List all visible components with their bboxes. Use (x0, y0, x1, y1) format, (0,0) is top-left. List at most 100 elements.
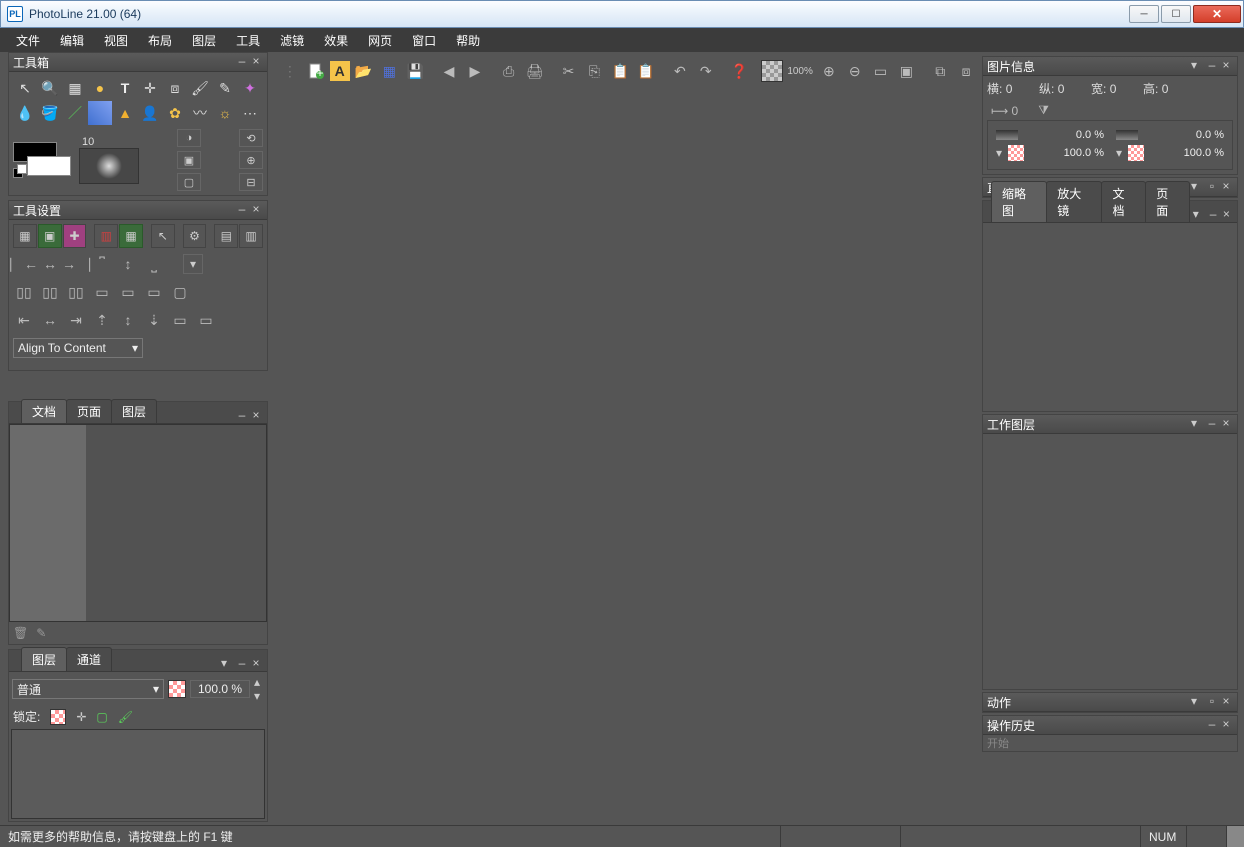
space-extra2-icon[interactable]: ▭ (195, 310, 217, 330)
menu-web[interactable]: 网页 (360, 30, 400, 51)
panel-menu-icon[interactable]: ▾ (1187, 59, 1201, 73)
tool-misc[interactable]: ⋯ (238, 101, 262, 125)
tset-mode1-icon[interactable]: ▥ (94, 224, 118, 248)
tab-layer[interactable]: 图层 (111, 399, 157, 423)
extra1-icon[interactable]: ⟲ (239, 129, 263, 147)
panel-minimize-icon[interactable]: – (235, 55, 249, 69)
zoom-level[interactable]: 100% (785, 59, 815, 83)
lock-brush-icon[interactable]: 🖌 (118, 710, 133, 724)
menu-layer[interactable]: 图层 (184, 30, 224, 51)
opacity-down-icon[interactable]: ▾ (254, 689, 264, 703)
tool-marquee[interactable]: ▦ (63, 76, 87, 100)
panel-close-icon[interactable]: × (1219, 695, 1233, 709)
new-icon[interactable]: + (304, 59, 328, 83)
tset-mode2-icon[interactable]: ▦ (119, 224, 143, 248)
tool-person[interactable]: 👤 (138, 101, 162, 125)
brush-preview[interactable] (79, 148, 139, 184)
extra3-icon[interactable]: ⊟ (239, 173, 263, 191)
chevron-down-icon[interactable]: ▾ (1116, 146, 1122, 160)
tool-move[interactable]: ↖ (13, 76, 37, 100)
fit2-icon[interactable]: ▣ (894, 59, 918, 83)
paste-special-icon[interactable]: 📋 (634, 59, 658, 83)
tab-thumbnail[interactable]: 缩略图 (991, 181, 1047, 222)
panel-minimize-icon[interactable]: – (1205, 59, 1219, 73)
layer-list[interactable] (11, 729, 265, 819)
panel-close-icon[interactable]: × (249, 55, 263, 69)
zoom-out-icon[interactable]: ⊖ (843, 59, 867, 83)
close-button[interactable]: ✕ (1193, 5, 1241, 23)
tset-pointer-icon[interactable]: ↖ (151, 224, 175, 248)
tool-zoom[interactable]: 🔍 (38, 76, 62, 100)
tool-magic[interactable]: ✦ (238, 76, 262, 100)
screenmode-icon[interactable]: ▣ (177, 151, 201, 169)
trash-icon[interactable]: 🗑 (13, 626, 28, 640)
tool-crop[interactable]: ✛ (138, 76, 162, 100)
chevron-down-icon[interactable]: ▾ (996, 146, 1002, 160)
tool-circle[interactable]: ● (88, 76, 112, 100)
zoom-in-icon[interactable]: ⊕ (817, 59, 841, 83)
calendar-icon[interactable]: ▦ (377, 59, 401, 83)
tab-doc[interactable]: 文档 (1101, 181, 1146, 222)
paste-icon[interactable]: 📋 (608, 59, 632, 83)
prev-icon[interactable]: ◀ (437, 59, 461, 83)
space-h3-icon[interactable]: ⇥ (65, 310, 87, 330)
document-thumbnails[interactable] (9, 424, 267, 622)
print-icon[interactable]: 🖨 (523, 59, 547, 83)
resize-grip-icon[interactable] (1226, 826, 1244, 847)
tool-text[interactable]: T (113, 76, 137, 100)
maximize-button[interactable]: ☐ (1161, 5, 1191, 23)
tool-smudge[interactable]: 〰 (188, 101, 212, 125)
panel-close-icon[interactable]: × (249, 657, 263, 671)
tool-dodge[interactable]: ☼ (213, 101, 237, 125)
tset-layer-icon[interactable]: ▦ (13, 224, 37, 248)
fit-icon[interactable]: ▭ (869, 59, 893, 83)
lock-edit-icon[interactable]: ▢ (96, 710, 107, 724)
tab-magnifier[interactable]: 放大镜 (1046, 181, 1102, 222)
tset-add-icon[interactable]: ✚ (63, 224, 87, 248)
tab-layers[interactable]: 图层 (21, 647, 67, 671)
menu-filter[interactable]: 滤镜 (272, 30, 312, 51)
panel-close-icon[interactable]: × (1219, 417, 1233, 431)
align-to-combo[interactable]: Align To Content ▾ (13, 338, 143, 358)
align-options-dropdown[interactable]: ▾ (183, 254, 203, 274)
tab-page[interactable]: 页面 (1145, 181, 1190, 222)
tool-eyedrop[interactable]: 💧 (13, 101, 37, 125)
canvas-area[interactable] (278, 90, 978, 825)
tab-channels[interactable]: 通道 (66, 647, 112, 671)
menu-help[interactable]: 帮助 (448, 30, 488, 51)
space-v2-icon[interactable]: ↕ (117, 310, 139, 330)
panel-minimize-icon[interactable]: – (1205, 417, 1219, 431)
redo-icon[interactable]: ↷ (694, 59, 718, 83)
tool-pen[interactable]: ✎ (213, 76, 237, 100)
opacity-up-icon[interactable]: ▴ (254, 675, 264, 689)
panel-close-icon[interactable]: × (1219, 180, 1233, 194)
panel-restore-icon[interactable]: ▫ (1205, 180, 1219, 194)
screenmode2-icon[interactable]: ▢ (177, 173, 201, 191)
align-top-icon[interactable]: ⎴ (91, 254, 113, 274)
menu-file[interactable]: 文件 (8, 30, 48, 51)
panel-close-icon[interactable]: × (249, 409, 263, 423)
new-text-icon[interactable]: A (330, 61, 350, 81)
panel-close-icon[interactable]: × (1220, 208, 1233, 222)
menu-window[interactable]: 窗口 (404, 30, 444, 51)
bg-color[interactable] (27, 156, 71, 176)
tool-shape[interactable]: ▲ (113, 101, 137, 125)
panel-menu-icon[interactable]: ▾ (1187, 695, 1201, 709)
arrange2-icon[interactable]: ⧈ (954, 59, 978, 83)
space-h2-icon[interactable]: ↔ (39, 310, 61, 330)
save-icon[interactable]: 💾 (403, 59, 427, 83)
align-left-icon[interactable]: ⎸← (13, 254, 35, 274)
tool-fill[interactable]: 🪣 (38, 101, 62, 125)
align-right-icon[interactable]: →⎹ (65, 254, 87, 274)
panel-restore-icon[interactable]: ▫ (1205, 695, 1219, 709)
arrange-icon[interactable]: ⧉ (928, 59, 952, 83)
tset-grid1-icon[interactable]: ▤ (214, 224, 238, 248)
panel-close-icon[interactable]: × (249, 203, 263, 217)
space-v3-icon[interactable]: ⇣ (143, 310, 165, 330)
menu-layout[interactable]: 布局 (140, 30, 180, 51)
menu-tools[interactable]: 工具 (228, 30, 268, 51)
dist-extra-icon[interactable]: ▢ (169, 282, 191, 302)
menu-effect[interactable]: 效果 (316, 30, 356, 51)
space-v1-icon[interactable]: ⇡ (91, 310, 113, 330)
grip-icon[interactable]: ⋮ (278, 59, 302, 83)
